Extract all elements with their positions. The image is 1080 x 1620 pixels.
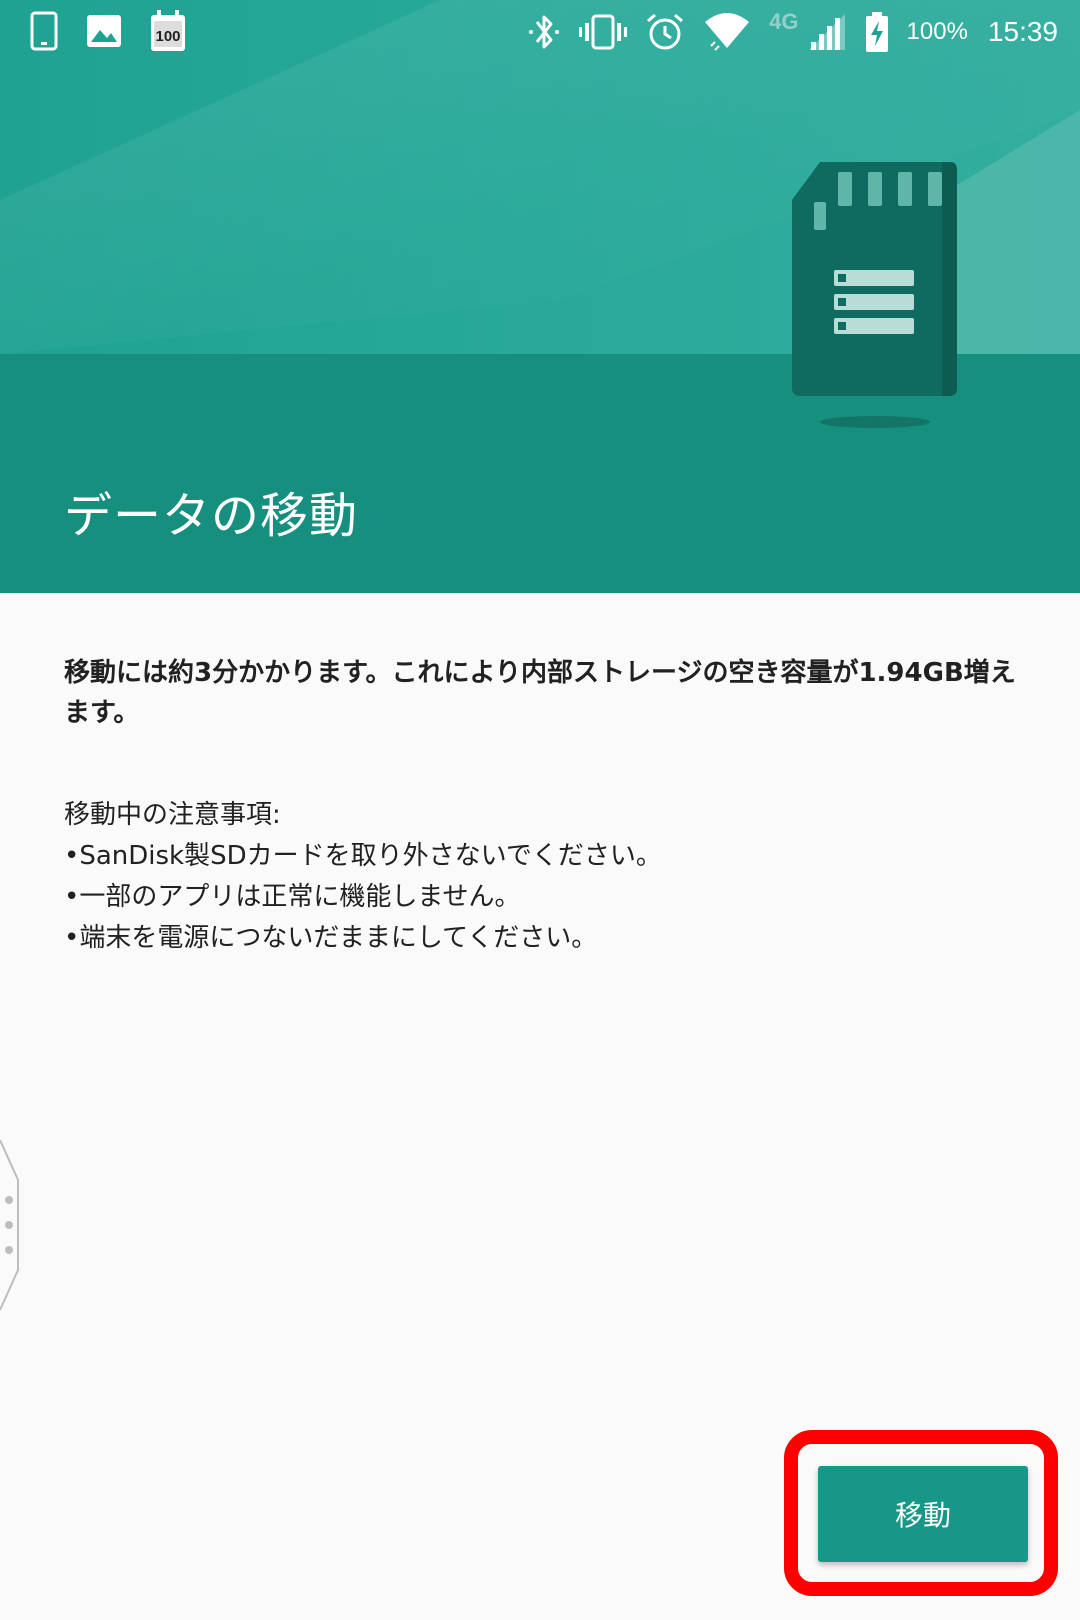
note-item: •一部のアプリは正常に機能しません。 [64, 882, 521, 912]
svg-text:100: 100 [155, 28, 180, 45]
alarm-icon [647, 13, 684, 50]
header-banner: データの移動 [0, 0, 1080, 593]
signal-icon [808, 14, 845, 50]
wifi-icon [705, 13, 750, 51]
clock: 15:39 [987, 16, 1058, 47]
battery-percent: 100% [906, 18, 968, 45]
page-title: データの移動 [64, 488, 359, 544]
notification-icons: 100 [30, 10, 186, 52]
system-status: 4G 100% 15:39 [527, 9, 1058, 54]
edge-panel-handle[interactable] [0, 1140, 24, 1310]
migration-notes: 移動中の注意事項: •SanDisk製SDカードを取り外さないでください。 •一… [64, 795, 1004, 959]
bluetooth-icon [529, 15, 560, 49]
sd-card-icon [792, 162, 957, 396]
notes-heading: 移動中の注意事項: [64, 800, 281, 830]
image-icon [87, 15, 121, 47]
migration-summary: 移動には約3分かかります。これにより内部ストレージの空き容量が1.94GB増えま… [64, 658, 1016, 728]
vibrate-icon [579, 14, 628, 50]
status-bar: 100 4G 100% 15:39 [0, 0, 1080, 64]
network-type-label: 4G [769, 9, 799, 34]
sd-card-shadow [820, 416, 930, 428]
note-item: •SanDisk製SDカードを取り外さないでください。 [64, 841, 662, 871]
note-item: •端末を電源につないだままにしてください。 [64, 923, 598, 953]
storage-migration-screen: データの移動 100 4G 100% 15:39 移動には約3分かかります。これ… [0, 0, 1080, 1620]
phone-icon [30, 11, 58, 51]
calendar-100-icon: 100 [151, 10, 185, 51]
move-button[interactable]: 移動 [818, 1466, 1028, 1562]
battery-charging-icon [865, 12, 888, 52]
